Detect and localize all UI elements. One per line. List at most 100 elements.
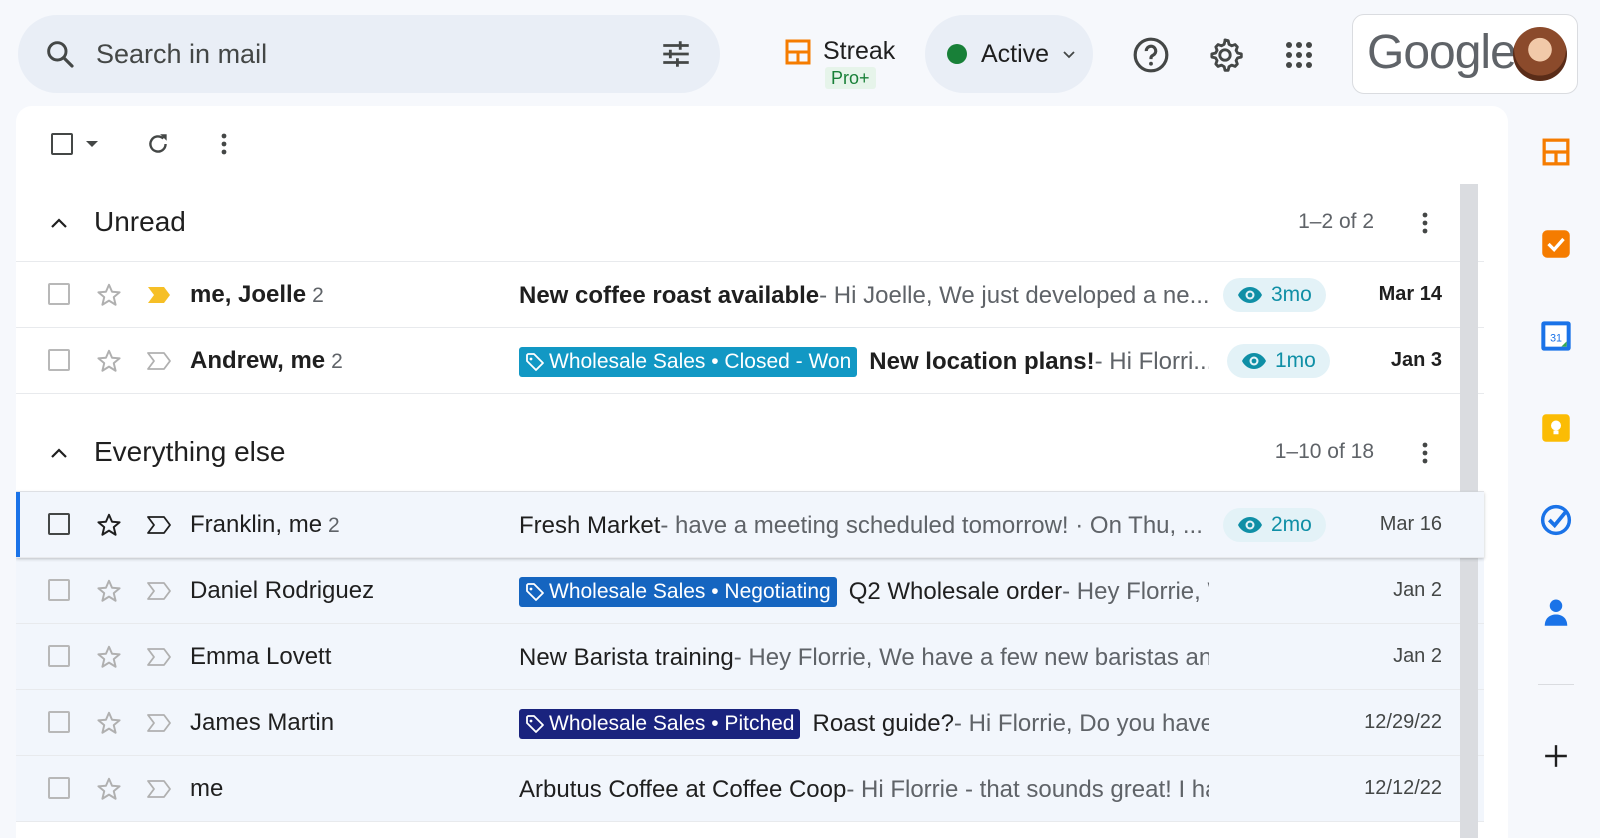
sender: Franklin, me 2 xyxy=(190,511,340,538)
email-snippet: - Hi Florrie - that sounds great! I have… xyxy=(846,776,1209,803)
email-snippet: - Hey Florrie, We have a few new barista… xyxy=(733,644,1209,671)
star-icon[interactable] xyxy=(96,644,122,670)
important-marker-icon[interactable] xyxy=(146,351,172,371)
chevron-down-icon xyxy=(1061,46,1077,62)
star-icon[interactable] xyxy=(96,710,122,736)
status-dot-icon xyxy=(947,44,967,64)
eye-icon xyxy=(1238,517,1262,533)
star-icon[interactable] xyxy=(96,282,122,308)
email-row[interactable]: James Martin Wholesale Sales • Pitched R… xyxy=(16,690,1484,756)
sender: Emma Lovett xyxy=(190,643,332,670)
star-icon[interactable] xyxy=(96,512,122,538)
important-marker-icon[interactable] xyxy=(146,779,172,799)
add-addon-icon[interactable] xyxy=(1538,738,1574,774)
email-row[interactable]: Emma Lovett New Barista training - Hey F… xyxy=(16,624,1484,690)
status-dropdown[interactable]: Active xyxy=(925,15,1093,93)
status-label: Active xyxy=(981,39,1050,68)
email-row[interactable]: Andrew, me 2 Wholesale Sales • Closed - W… xyxy=(16,328,1484,394)
streak-box-tag[interactable]: Wholesale Sales • Pitched xyxy=(519,709,801,739)
select-all-checkbox[interactable] xyxy=(44,126,80,162)
svg-text:31: 31 xyxy=(1550,332,1562,344)
apps-grid-icon[interactable] xyxy=(1278,34,1320,76)
sender: Daniel Rodriguez xyxy=(190,577,375,604)
row-checkbox[interactable] xyxy=(48,777,70,799)
star-icon[interactable] xyxy=(96,578,122,604)
email-date: 12/29/22 xyxy=(1364,711,1442,733)
row-checkbox[interactable] xyxy=(48,645,70,667)
contacts-icon[interactable] xyxy=(1538,594,1574,630)
email-row[interactable]: me Arbutus Coffee at Coffee Coop - Hi Fl… xyxy=(16,756,1484,822)
search-icon[interactable] xyxy=(42,36,78,72)
more-options-icon[interactable] xyxy=(206,126,242,162)
email-date: 12/12/22 xyxy=(1364,777,1442,799)
gear-icon[interactable] xyxy=(1204,34,1246,76)
important-marker-icon[interactable] xyxy=(146,713,172,733)
important-marker-icon[interactable] xyxy=(146,647,172,667)
search-options-icon[interactable] xyxy=(656,34,696,74)
sender: James Martin xyxy=(190,709,335,736)
email-snippet: - Hey Florrie, Wante... xyxy=(1062,578,1209,605)
important-marker-icon[interactable] xyxy=(146,581,172,601)
streak-side-icon[interactable] xyxy=(1538,134,1574,170)
row-checkbox[interactable] xyxy=(48,513,70,535)
email-subject: Arbutus Coffee at Coffee Coop xyxy=(519,776,847,803)
section-header-unread: Unread 1–2 of 2 xyxy=(16,184,1484,262)
streak-plan-badge: Pro+ xyxy=(825,67,876,89)
email-row[interactable]: Daniel Rodriguez Wholesale Sales • Negot… xyxy=(16,558,1484,624)
row-checkbox[interactable] xyxy=(48,711,70,733)
streak-view-badge[interactable]: 1mo xyxy=(1227,344,1330,378)
help-icon[interactable] xyxy=(1130,34,1172,76)
sender: Andrew, me 2 xyxy=(190,347,343,374)
email-content: Wholesale Sales • Closed - Won New locat… xyxy=(519,346,1209,378)
mail-list-panel: Unread 1–2 of 2 me, Joelle 2 New coffee r… xyxy=(16,106,1508,838)
email-content: New Barista training - Hey Florrie, We h… xyxy=(519,642,1209,674)
top-bar: Streak Pro+ Active Google xyxy=(0,0,1600,106)
thread-count: 2 xyxy=(331,350,343,373)
email-date: Jan 2 xyxy=(1393,579,1442,601)
section-title: Everything else xyxy=(94,436,286,467)
section-more-icon[interactable] xyxy=(1410,206,1440,240)
sender: me, Joelle 2 xyxy=(190,281,324,308)
avatar[interactable] xyxy=(1513,27,1567,81)
email-content: New coffee roast available - Hi Joelle, … xyxy=(519,280,1209,312)
collapse-caret-icon[interactable] xyxy=(48,442,70,464)
email-row[interactable]: me, Joelle 2 New coffee roast available -… xyxy=(16,262,1484,328)
eye-icon xyxy=(1242,353,1266,369)
tasks-check-icon[interactable] xyxy=(1538,226,1574,262)
streak-button[interactable]: Streak Pro+ xyxy=(785,33,895,93)
email-row[interactable]: Franklin, me 2 Fresh Market - have a meet… xyxy=(16,492,1484,558)
search-input[interactable] xyxy=(96,38,656,70)
select-dropdown-icon[interactable] xyxy=(80,126,104,162)
streak-view-badge[interactable]: 2mo xyxy=(1223,508,1326,542)
email-snippet: - Hi Joelle, We just developed a ne... xyxy=(819,282,1209,309)
row-checkbox[interactable] xyxy=(48,283,70,305)
calendar-icon[interactable]: 31 xyxy=(1538,318,1574,354)
tag-icon xyxy=(526,583,544,601)
streak-view-badge[interactable]: 3mo xyxy=(1223,278,1326,312)
streak-box-tag[interactable]: Wholesale Sales • Closed - Won xyxy=(519,347,858,377)
row-checkbox[interactable] xyxy=(48,579,70,601)
star-icon[interactable] xyxy=(96,348,122,374)
tag-icon xyxy=(526,715,544,733)
refresh-icon[interactable] xyxy=(140,126,176,162)
streak-box-tag[interactable]: Wholesale Sales • Negotiating xyxy=(519,577,837,607)
account-switcher[interactable]: Google xyxy=(1352,14,1578,94)
important-marker-icon[interactable] xyxy=(146,515,172,535)
email-date: Jan 2 xyxy=(1393,645,1442,667)
tag-icon xyxy=(526,353,544,371)
keep-note-icon[interactable] xyxy=(1538,410,1574,446)
section-title: Unread xyxy=(94,206,186,237)
search-bar[interactable] xyxy=(18,15,720,93)
section-more-icon[interactable] xyxy=(1410,436,1440,470)
email-subject: Roast guide? xyxy=(812,710,954,737)
google-logo: Google xyxy=(1367,26,1517,79)
star-icon[interactable] xyxy=(96,776,122,802)
email-content: Wholesale Sales • Negotiating Q2 Wholesa… xyxy=(519,576,1209,608)
important-marker-icon[interactable] xyxy=(146,285,172,305)
email-subject: Fresh Market xyxy=(519,512,661,539)
email-date: Mar 16 xyxy=(1379,513,1442,535)
row-checkbox[interactable] xyxy=(48,349,70,371)
tasks-icon[interactable] xyxy=(1538,502,1574,538)
side-panel: 31 xyxy=(1508,106,1600,838)
collapse-caret-icon[interactable] xyxy=(48,212,70,234)
